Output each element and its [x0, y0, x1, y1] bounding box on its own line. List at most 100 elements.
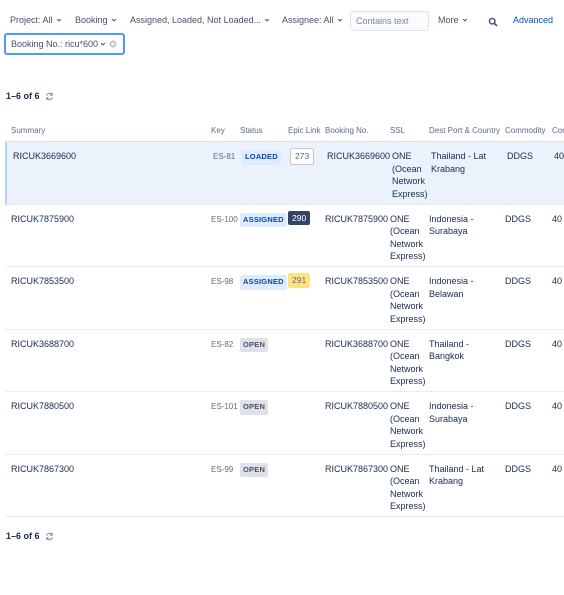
key-cell[interactable]: ES-82 [211, 339, 233, 352]
issues-table: Summary Key Status Epic Link Booking No.… [5, 124, 564, 517]
ssl-cell: ONE (Ocean Network Express) [390, 463, 426, 512]
column-header-container[interactable]: Con [552, 126, 564, 135]
commodity-cell: DDGS [505, 463, 532, 474]
pagination-count-text: 1–6 of 6 [6, 531, 40, 541]
commodity-cell: DDGS [507, 151, 534, 161]
search-icon[interactable] [488, 17, 498, 27]
dest-port-cell: Indonesia - Belawan [429, 276, 474, 299]
commodity-cell: DDGS [505, 213, 532, 224]
container-cell: 40 [552, 338, 563, 349]
booking-number-filter-label: Booking No.: ricu*600 [11, 39, 99, 49]
status-lozenge: LOADED [242, 150, 281, 165]
status-lozenge: OPEN [240, 462, 269, 478]
epic-link-badge[interactable]: 273 [290, 148, 315, 165]
chevron-down-icon [100, 41, 106, 47]
status-filter-label: Assigned, Loaded, Not Loaded... [130, 15, 262, 25]
commodity-cell: DDGS [505, 338, 532, 349]
table-row[interactable]: RICUK3669600 ES-81 LOADED 273 RICUK36696… [5, 142, 564, 205]
table-header: Summary Key Status Epic Link Booking No.… [5, 124, 564, 142]
booking-no-cell: RICUK3688700 [325, 338, 389, 349]
status-cell: OPEN [240, 400, 269, 415]
pagination-count-text: 1–6 of 6 [6, 91, 40, 101]
assignee-filter[interactable]: Assignee: All [282, 15, 343, 25]
dest-port-cell: Indonesia - Surabaya [429, 401, 474, 424]
dest-port-cell: Thailand - Lat Krabang [431, 151, 487, 174]
table-row[interactable]: RICUK7880500 ES-101 OPEN RICUK7880500 ON… [5, 392, 564, 455]
status-filter[interactable]: Assigned, Loaded, Not Loaded... [130, 15, 270, 25]
chevron-down-icon [337, 17, 343, 23]
pagination-count-bottom: 1–6 of 6 [6, 531, 54, 541]
key-cell[interactable]: ES-100 [211, 214, 238, 227]
column-header-booking-no[interactable]: Booking No. [325, 126, 369, 135]
booking-filter-label: Booking [75, 15, 108, 25]
summary-cell[interactable]: RICUK3669600 [13, 150, 76, 163]
column-header-commodity[interactable]: Commodity [505, 126, 545, 135]
dest-port-cell: Thailand - Bangkok [429, 338, 470, 362]
ssl-cell: ONE (Ocean Network Express) [390, 276, 426, 324]
filter-bar: Project: All Booking Assigned, Loaded, N… [10, 10, 564, 34]
table-row[interactable]: RICUK7875900 ES-100 ASSIGNED 290 RICUK78… [5, 205, 564, 267]
column-header-dest-port[interactable]: Dest Port & Country [429, 126, 500, 135]
epic-cell: 273 [290, 148, 315, 165]
summary-cell[interactable]: RICUK7875900 [11, 213, 74, 226]
advanced-search-link[interactable]: Advanced [513, 15, 553, 25]
project-filter-label: Project: All [10, 15, 53, 25]
summary-cell[interactable]: RICUK7867300 [11, 463, 74, 476]
booking-filter[interactable]: Booking [75, 15, 117, 25]
ssl-cell: ONE (Ocean Network Express) [390, 401, 426, 449]
epic-link-badge[interactable]: 290 [288, 210, 311, 226]
summary-cell[interactable]: RICUK7880500 [11, 400, 74, 413]
chevron-down-icon [264, 17, 270, 23]
container-cell: 40 [552, 276, 563, 286]
pagination-count-top: 1–6 of 6 [6, 91, 54, 101]
status-cell: ASSIGNED [240, 212, 287, 228]
table-row[interactable]: RICUK3688700 ES-82 OPEN RICUK3688700 ONE… [5, 330, 564, 392]
status-cell: ASSIGNED [240, 275, 287, 290]
key-cell[interactable]: ES-101 [211, 401, 238, 414]
clear-filter-icon[interactable] [109, 40, 117, 48]
key-cell[interactable]: ES-98 [211, 276, 233, 289]
booking-no-cell: RICUK7867300 [325, 463, 389, 474]
container-cell: 40 [552, 463, 563, 474]
commodity-cell: DDGS [505, 401, 532, 411]
column-header-key[interactable]: Key [211, 126, 225, 135]
commodity-cell: DDGS [505, 276, 532, 286]
column-header-ssl[interactable]: SSL [390, 126, 405, 135]
chevron-down-icon [462, 17, 468, 23]
refresh-icon[interactable] [45, 92, 54, 101]
column-header-epic-link[interactable]: Epic Link [288, 126, 320, 135]
search-input[interactable] [350, 11, 429, 31]
more-filter-label: More [438, 15, 459, 25]
column-header-status[interactable]: Status [240, 126, 263, 135]
status-lozenge: OPEN [240, 400, 269, 415]
dest-port-cell: Indonesia - Surabaya [429, 213, 474, 237]
epic-link-badge[interactable]: 291 [288, 273, 311, 288]
container-cell: 40 [552, 213, 563, 224]
key-cell[interactable]: ES-99 [211, 464, 233, 477]
more-filter-button[interactable]: More [438, 15, 468, 25]
booking-no-cell: RICUK3669600 [327, 151, 391, 161]
refresh-icon[interactable] [45, 532, 54, 541]
column-header-summary[interactable]: Summary [11, 126, 45, 135]
booking-number-filter-chip[interactable]: Booking No.: ricu*600 [4, 33, 125, 55]
container-cell: 40 [554, 151, 564, 161]
booking-no-cell: RICUK7875900 [325, 213, 389, 224]
chevron-down-icon [56, 17, 62, 23]
status-lozenge: ASSIGNED [240, 275, 287, 290]
project-filter[interactable]: Project: All [10, 15, 62, 25]
ssl-cell: ONE (Ocean Network Express) [392, 151, 428, 199]
assignee-filter-label: Assignee: All [282, 15, 334, 25]
status-lozenge: OPEN [240, 337, 269, 353]
container-cell: 40 [552, 401, 563, 411]
summary-cell[interactable]: RICUK3688700 [11, 338, 74, 351]
table-row[interactable]: RICUK7867300 ES-99 OPEN RICUK7867300 ONE… [5, 455, 564, 517]
table-row[interactable]: RICUK7853500 ES-98 ASSIGNED 291 RICUK785… [5, 267, 564, 330]
key-cell[interactable]: ES-81 [213, 151, 235, 164]
booking-no-cell: RICUK7853500 [325, 276, 389, 286]
summary-cell[interactable]: RICUK7853500 [11, 275, 74, 288]
chevron-down-icon [111, 17, 117, 23]
status-lozenge: ASSIGNED [240, 212, 287, 228]
status-cell: LOADED [242, 150, 281, 165]
ssl-cell: ONE (Ocean Network Express) [390, 338, 426, 387]
status-cell: OPEN [240, 462, 269, 478]
